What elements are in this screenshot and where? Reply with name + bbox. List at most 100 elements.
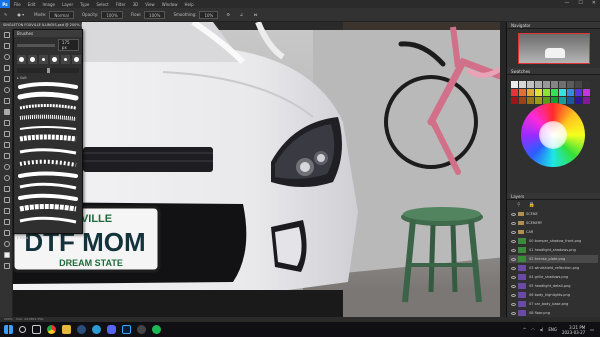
eraser-tool-icon[interactable] <box>0 139 13 150</box>
symmetry-icon[interactable]: ⋈ <box>254 12 258 17</box>
mode-select[interactable]: Normal <box>49 10 74 19</box>
shape-tool-icon[interactable] <box>0 216 13 227</box>
swatch[interactable] <box>559 89 566 96</box>
visibility-eye-icon[interactable] <box>511 311 516 315</box>
quick-select-tool-icon[interactable] <box>0 62 13 73</box>
visibility-eye-icon[interactable] <box>511 302 516 306</box>
layer-row[interactable]: 04 grille_shadows.png <box>509 273 598 281</box>
swatch[interactable] <box>575 81 582 88</box>
swatch[interactable] <box>519 97 526 104</box>
windows-start-icon[interactable] <box>4 325 13 334</box>
menu-file[interactable]: File <box>14 2 21 7</box>
layers-title[interactable]: Layers <box>507 193 600 200</box>
swatch[interactable] <box>575 89 582 96</box>
discord-icon[interactable] <box>107 325 116 334</box>
menu-select[interactable]: Select <box>96 2 108 7</box>
crop-tool-icon[interactable] <box>0 73 13 84</box>
gradient-tool-icon[interactable] <box>0 150 13 161</box>
edge-icon[interactable] <box>92 325 101 334</box>
layer-row[interactable]: 03 windshield_reflection.png <box>509 264 598 272</box>
swatch[interactable] <box>511 81 518 88</box>
layer-row[interactable]: SCENE <box>509 210 598 218</box>
photoshop-taskbar-icon[interactable] <box>122 325 131 334</box>
brush-preset[interactable] <box>72 55 81 64</box>
swatch[interactable] <box>567 97 574 104</box>
brush-preset[interactable] <box>61 55 70 64</box>
menu-layer[interactable]: Layer <box>62 2 73 7</box>
minimize-button[interactable]: — <box>564 0 569 6</box>
document-tab[interactable]: SINGLETON FOXVILLE ILLINOIS.psd @ 200% (… <box>0 22 82 29</box>
blur-tool-icon[interactable] <box>0 161 13 172</box>
swatches-title[interactable]: Swatches <box>507 68 600 75</box>
layer-row[interactable]: 06 body_highlights.png <box>509 291 598 299</box>
swatch[interactable] <box>527 97 534 104</box>
history-brush-tool-icon[interactable] <box>0 128 13 139</box>
close-button[interactable]: ✕ <box>592 0 596 6</box>
task-view-icon[interactable] <box>32 325 41 334</box>
brush-tool-active-icon[interactable] <box>0 106 13 117</box>
layer-row[interactable]: SCENERY <box>509 219 598 227</box>
type-tool-icon[interactable] <box>0 194 13 205</box>
swatch[interactable] <box>543 81 550 88</box>
swatch[interactable] <box>567 81 574 88</box>
menu-type[interactable]: Type <box>80 2 89 7</box>
brush-preset[interactable] <box>50 55 59 64</box>
layer-row[interactable]: 00 bumper_shadow_front.png <box>509 237 598 245</box>
swatch[interactable] <box>567 89 574 96</box>
visibility-eye-icon[interactable] <box>511 239 516 243</box>
obs-icon[interactable] <box>137 325 146 334</box>
maximize-button[interactable]: ☐ <box>578 0 582 6</box>
clock[interactable]: 3:21 PM 2023-03-27 <box>562 325 585 335</box>
file-explorer-icon[interactable] <box>62 325 71 334</box>
zoom-level[interactable]: 200% <box>4 317 13 321</box>
swatch[interactable] <box>519 81 526 88</box>
healing-tool-icon[interactable] <box>0 95 13 106</box>
lock-icon[interactable]: 🔒 <box>529 202 535 210</box>
brush-folder-hard[interactable]: ▸ Hard <box>14 235 82 241</box>
brush-preset[interactable] <box>28 55 37 64</box>
layer-row[interactable]: 02 license_plate.png <box>509 255 598 263</box>
visibility-eye-icon[interactable] <box>511 248 516 252</box>
menu-view[interactable]: View <box>145 2 155 7</box>
swatch[interactable] <box>583 81 590 88</box>
menu-help[interactable]: Help <box>184 2 193 7</box>
brush-preset[interactable] <box>17 55 26 64</box>
visibility-eye-icon[interactable] <box>511 275 516 279</box>
search-icon[interactable] <box>19 326 26 333</box>
chrome-icon[interactable] <box>47 325 56 334</box>
volume-icon[interactable]: ◂) <box>540 327 544 332</box>
swatch[interactable] <box>527 89 534 96</box>
marquee-tool-icon[interactable] <box>0 40 13 51</box>
visibility-eye-icon[interactable] <box>511 293 516 297</box>
swatch[interactable] <box>535 89 542 96</box>
visibility-eye-icon[interactable] <box>511 284 516 288</box>
opacity-field[interactable]: 100% <box>101 10 123 19</box>
swatch[interactable] <box>559 81 566 88</box>
language-indicator[interactable]: ENG <box>548 327 557 332</box>
dodge-tool-icon[interactable] <box>0 172 13 183</box>
stamp-tool-icon[interactable] <box>0 117 13 128</box>
pen-tool-icon[interactable] <box>0 183 13 194</box>
move-tool-icon[interactable] <box>0 29 13 40</box>
notification-icon[interactable]: ▭ <box>590 327 594 332</box>
menu-image[interactable]: Image <box>42 2 55 7</box>
swatch[interactable] <box>551 89 558 96</box>
quick-mask-icon[interactable] <box>0 260 13 271</box>
brush-preset-picker[interactable]: ● ▾ <box>17 12 24 17</box>
visibility-eye-icon[interactable] <box>511 257 516 261</box>
wifi-icon[interactable]: ◠ <box>531 327 535 332</box>
menu-filter[interactable]: Filter <box>116 2 126 7</box>
swatch[interactable] <box>575 97 582 104</box>
brush-preset[interactable] <box>39 55 48 64</box>
tray-up-arrow-icon[interactable]: ^ <box>523 327 526 332</box>
settings-gear-icon[interactable]: ⚙ <box>226 12 230 17</box>
visibility-eye-icon[interactable] <box>511 212 516 216</box>
swatch[interactable] <box>535 81 542 88</box>
menu-3d[interactable]: 3D <box>133 2 139 7</box>
layer-row[interactable]: 01 headlight_shadows.png <box>509 246 598 254</box>
swatch[interactable] <box>511 97 518 104</box>
swatch[interactable] <box>583 97 590 104</box>
steam-icon[interactable] <box>77 325 86 334</box>
visibility-eye-icon[interactable] <box>511 221 516 225</box>
angle-icon[interactable]: ∠ <box>240 12 244 17</box>
